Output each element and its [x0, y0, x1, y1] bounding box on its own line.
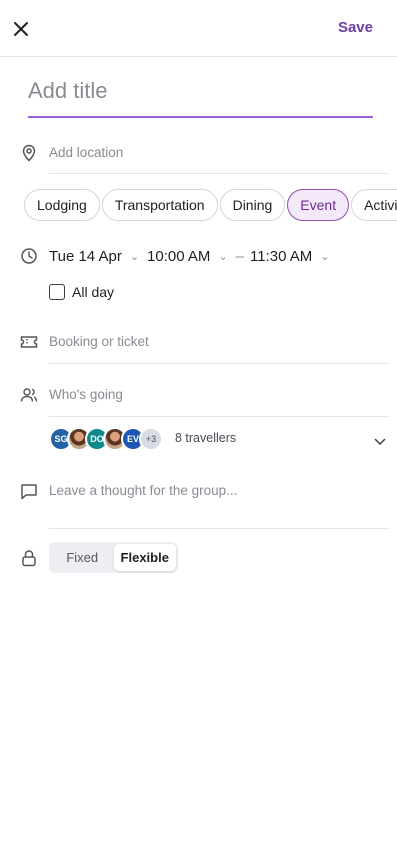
- chip-event[interactable]: Event: [287, 189, 350, 221]
- chip-activity[interactable]: Activity: [351, 189, 397, 221]
- chip-dining[interactable]: Dining: [219, 189, 286, 221]
- time-row: Tue 14 Apr ⌄ 10:00 AM ⌄ –11:30 AM ⌄: [49, 247, 337, 265]
- booking-field[interactable]: Booking or ticket: [49, 334, 149, 349]
- timing-mode-toggle: Fixed Flexible: [49, 542, 178, 573]
- comment-icon: [19, 481, 39, 501]
- date-selector[interactable]: Tue 14 Apr: [49, 248, 122, 265]
- divider: [49, 528, 389, 529]
- close-button[interactable]: [10, 18, 32, 40]
- fixed-option[interactable]: Fixed: [51, 544, 114, 571]
- all-day-label: All day: [72, 284, 115, 300]
- title-input[interactable]: [28, 72, 373, 118]
- chevron-down-icon: ⌄: [218, 250, 228, 263]
- comment-field[interactable]: Leave a thought for the group...: [49, 483, 237, 498]
- save-button[interactable]: Save: [338, 19, 373, 36]
- flexible-option[interactable]: Flexible: [113, 544, 176, 571]
- people-icon: [19, 385, 39, 405]
- ticket-icon: [19, 332, 39, 352]
- lock-icon: [19, 548, 39, 568]
- divider: [49, 416, 389, 417]
- top-bar: Save: [0, 0, 397, 57]
- time-separator: –: [235, 247, 244, 265]
- start-time-selector[interactable]: 10:00 AM: [147, 248, 210, 265]
- category-chips: LodgingTransportationDiningEventActivity: [24, 189, 397, 221]
- all-day-toggle[interactable]: All day: [49, 284, 114, 300]
- chevron-down-icon: [374, 438, 386, 446]
- location-field[interactable]: Add location: [49, 145, 123, 160]
- chevron-down-icon: ⌄: [129, 250, 140, 263]
- chip-transportation[interactable]: Transportation: [101, 189, 218, 221]
- end-time-selector[interactable]: 11:30 AM: [250, 248, 312, 265]
- avatar-group[interactable]: SG DO EV +3: [49, 426, 163, 452]
- expand-travellers-button[interactable]: [374, 433, 386, 451]
- chevron-down-icon: ⌄: [320, 250, 330, 263]
- divider: [49, 363, 389, 364]
- clock-icon: [19, 246, 39, 266]
- location-pin-icon: [19, 143, 39, 163]
- travellers-count: 8 travellers: [175, 431, 237, 445]
- close-icon: [14, 22, 28, 36]
- divider: [49, 173, 389, 174]
- chip-lodging[interactable]: Lodging: [24, 189, 100, 221]
- avatar-more-count: +3: [139, 427, 163, 451]
- whos-going-field[interactable]: Who's going: [49, 387, 123, 402]
- all-day-checkbox[interactable]: [49, 284, 65, 300]
